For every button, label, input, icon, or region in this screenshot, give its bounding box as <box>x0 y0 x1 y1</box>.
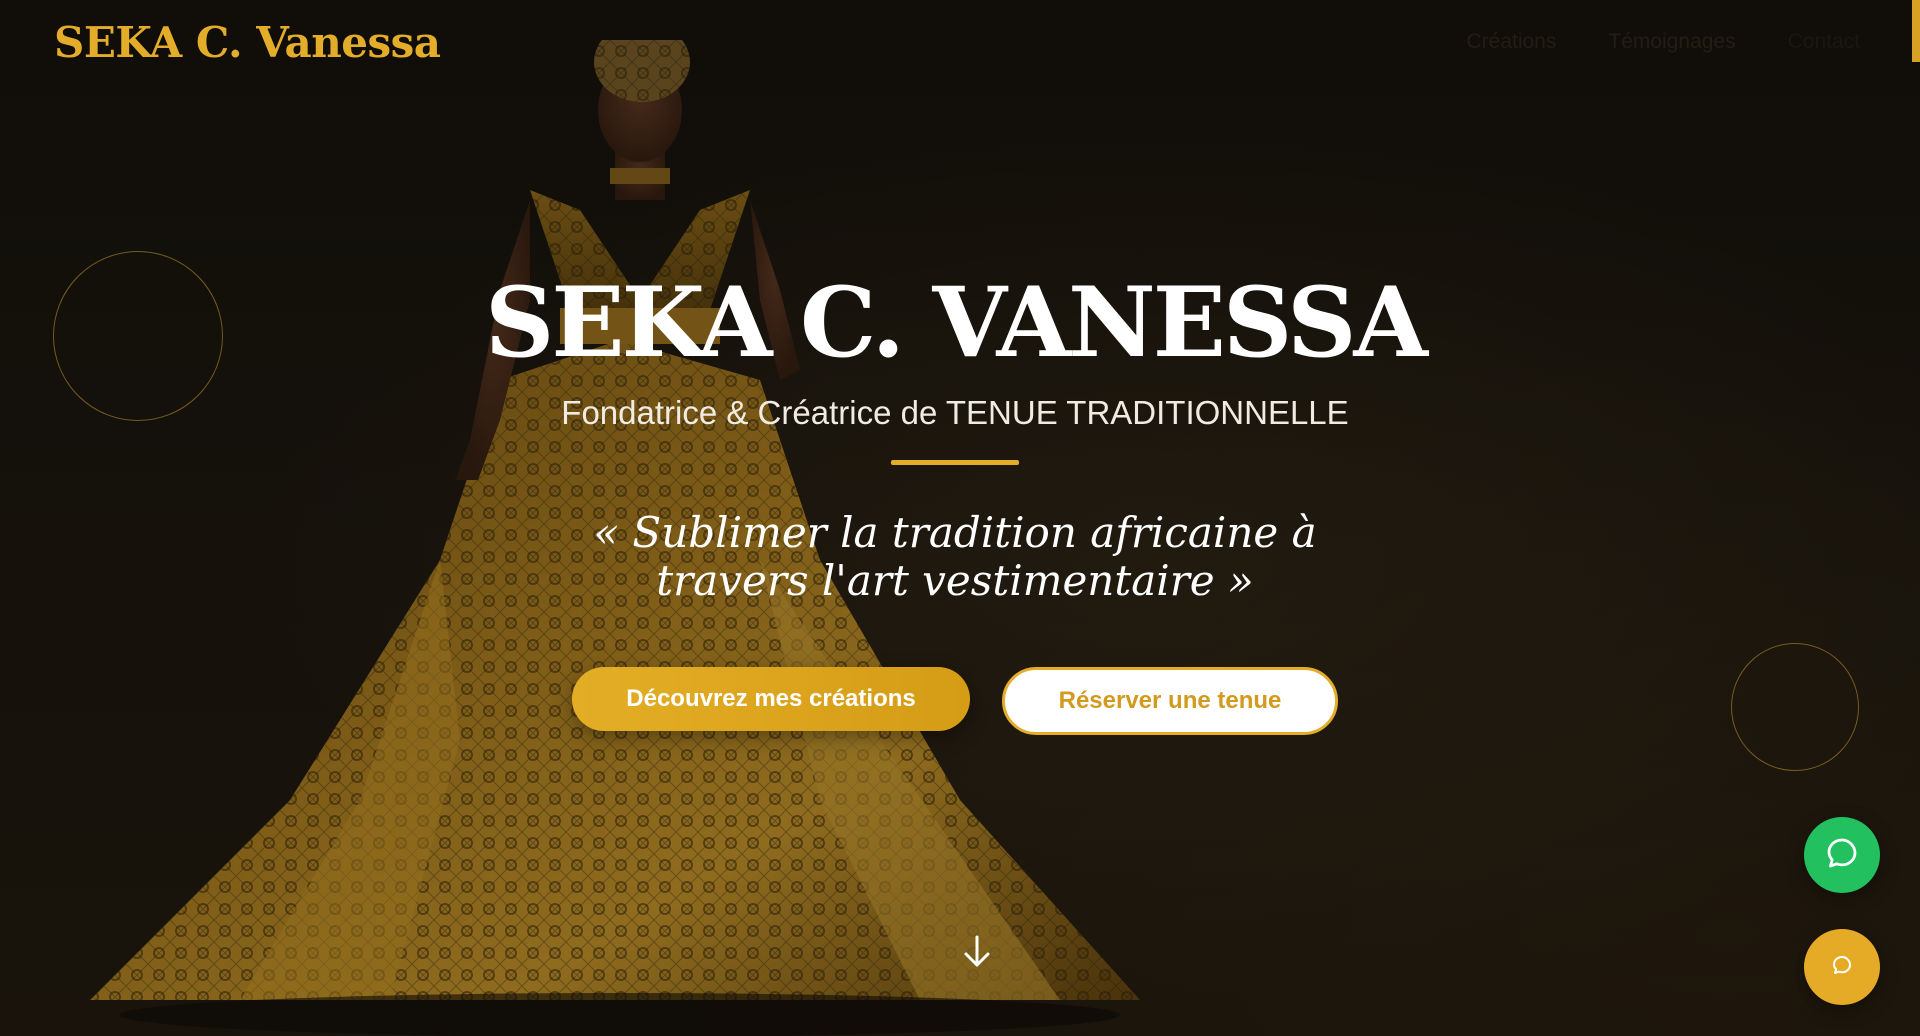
chat-button[interactable] <box>1804 929 1880 1005</box>
main-nav: Créations Témoignages Contact <box>1466 30 1860 54</box>
hero-quote: « Sublimer la tradition africaine à trav… <box>593 507 1317 605</box>
scrollbar-thumb[interactable] <box>1912 0 1920 62</box>
nav-link-creations[interactable]: Créations <box>1466 30 1556 54</box>
nav-link-temoignages[interactable]: Témoignages <box>1608 30 1735 54</box>
hero-title: SEKA C. VANESSA <box>485 266 1428 379</box>
hero-divider <box>891 459 1019 465</box>
chat-bubble-small-icon <box>1831 954 1853 981</box>
hero-page: SEKA C. Vanessa Créations Témoignages Co… <box>0 0 1920 1036</box>
site-logo[interactable]: SEKA C. Vanessa <box>54 18 441 67</box>
cta-row: Découvrez mes créations Réserver une ten… <box>455 667 1455 736</box>
nav-link-contact[interactable]: Contact <box>1788 30 1860 54</box>
site-header: SEKA C. Vanessa Créations Témoignages Co… <box>0 0 1920 90</box>
book-outfit-button[interactable]: Réserver une tenue <box>1002 667 1338 736</box>
hero-content: SEKA C. VANESSA Fondatrice & Créatrice d… <box>455 266 1455 736</box>
whatsapp-button[interactable] <box>1804 817 1880 893</box>
chat-bubble-icon <box>1825 836 1859 875</box>
decorative-ring-right <box>1731 643 1859 771</box>
decorative-ring-left <box>53 251 223 421</box>
discover-creations-button[interactable]: Découvrez mes créations <box>572 667 970 732</box>
arrow-down-icon[interactable] <box>962 935 992 969</box>
hero-subtitle: Fondatrice & Créatrice de TENUE TRADITIO… <box>561 393 1349 431</box>
